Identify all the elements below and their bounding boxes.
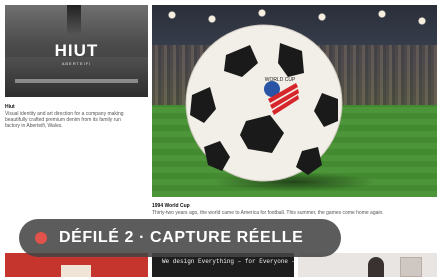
hiut-thumbnail[interactable]: HIUT ABERTEIFI [5,5,148,97]
card-title[interactable]: Hiut [5,104,148,110]
card-description: Visual identity and art direction for a … [5,111,148,129]
card-title[interactable]: 1994 World Cup [152,203,437,209]
portfolio-page: HIUT ABERTEIFI Hiut Visual identity and … [0,0,438,277]
desc-line: factory in Aberteifi, Wales. [5,123,63,129]
lamp-shape [67,5,81,35]
overlay-label: DÉFILÉ 2 · CAPTURE RÉELLE [59,229,304,246]
soccer-ball-icon: WORLD CUP [185,24,343,182]
object-shape [400,257,422,277]
hiut-logo-subtitle: ABERTEIFI [61,61,92,66]
hiut-logo: HIUT [54,41,99,60]
project-card-world-cup[interactable]: WORLD CUP 1994 World Cup Thirty-two year… [152,5,437,216]
record-dot-icon [35,232,47,244]
world-cup-thumbnail[interactable]: WORLD CUP [152,5,437,197]
design-slogan: We design Everything – for Everyone – [162,258,296,265]
card-description: Thirty-two years ago, the world came to … [152,210,384,216]
svg-text:WORLD CUP: WORLD CUP [265,77,296,83]
person-shape [368,257,384,277]
shelf-shape [15,79,138,83]
capture-overlay-pill: DÉFILÉ 2 · CAPTURE RÉELLE [19,219,341,257]
poster-shape [61,265,91,277]
project-card-hiut[interactable]: HIUT ABERTEIFI Hiut Visual identity and … [5,5,148,129]
